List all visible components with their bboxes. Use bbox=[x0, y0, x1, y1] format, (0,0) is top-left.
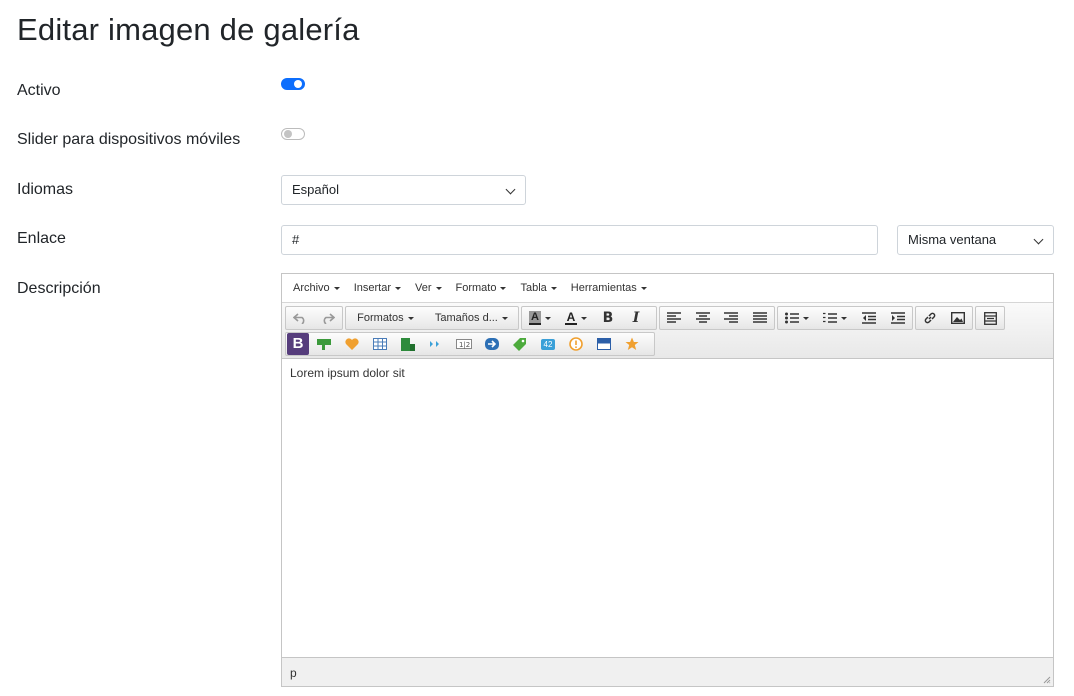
menu-tabla[interactable]: Tabla bbox=[513, 282, 563, 294]
caret-icon bbox=[333, 286, 340, 290]
layout-icon[interactable] bbox=[394, 333, 422, 355]
chevron-down-icon bbox=[505, 184, 516, 195]
editor-content[interactable]: Lorem ipsum dolor sit bbox=[290, 366, 405, 380]
menu-label: Archivo bbox=[293, 282, 330, 294]
menu-label: Tabla bbox=[520, 282, 547, 294]
editor-menubar: Archivo Insertar Ver Formato Tabla Herra… bbox=[282, 274, 1053, 303]
italic-icon[interactable]: I bbox=[622, 307, 650, 329]
svg-text:1|2: 1|2 bbox=[459, 341, 470, 349]
menu-label: Herramientas bbox=[570, 282, 637, 294]
text-color-icon[interactable]: A bbox=[558, 307, 594, 329]
menu-label: Insertar bbox=[353, 282, 391, 294]
undo-icon[interactable] bbox=[286, 307, 314, 329]
bootstrap-icon[interactable]: B bbox=[286, 333, 310, 355]
history-group bbox=[285, 306, 343, 330]
redo-icon[interactable] bbox=[314, 307, 342, 329]
idiomas-select[interactable]: Español bbox=[281, 175, 526, 205]
bold-icon[interactable]: B bbox=[594, 307, 622, 329]
idiomas-value: Español bbox=[292, 182, 339, 197]
target-value: Misma ventana bbox=[908, 232, 997, 247]
font-size-label: Tamaños d... bbox=[434, 312, 498, 324]
menu-archivo[interactable]: Archivo bbox=[286, 282, 347, 294]
panel-icon[interactable] bbox=[590, 333, 618, 355]
menu-ver[interactable]: Ver bbox=[408, 282, 449, 294]
arrow-circle-icon[interactable] bbox=[478, 333, 506, 355]
enlace-label: Enlace bbox=[17, 230, 66, 247]
enlace-input[interactable]: # bbox=[281, 225, 878, 255]
alignment-group bbox=[659, 306, 775, 330]
insert-group bbox=[915, 306, 973, 330]
table-grid-icon[interactable] bbox=[366, 333, 394, 355]
font-size-dropdown[interactable]: Tamaños d... bbox=[425, 307, 518, 329]
resize-handle-icon[interactable] bbox=[1043, 676, 1051, 684]
template-icon[interactable] bbox=[976, 307, 1004, 329]
activo-label: Activo bbox=[17, 82, 61, 99]
toggle-knob bbox=[294, 80, 302, 88]
link-icon[interactable] bbox=[916, 307, 944, 329]
heart-icon[interactable] bbox=[338, 333, 366, 355]
element-path[interactable]: p bbox=[290, 666, 297, 680]
toggle-knob bbox=[284, 130, 292, 138]
formats-dropdown[interactable]: Formatos bbox=[346, 307, 425, 329]
slider-label: Slider para dispositivos móviles bbox=[17, 131, 241, 148]
caret-icon bbox=[394, 286, 401, 290]
star-icon[interactable] bbox=[618, 333, 646, 355]
caret-icon bbox=[581, 316, 587, 320]
editor-toolbar: Formatos Tamaños d... A A B I B 1|2 42 bbox=[282, 303, 1053, 359]
list-group bbox=[777, 306, 913, 330]
descripcion-label: Descripción bbox=[17, 280, 101, 297]
enlace-value: # bbox=[292, 232, 300, 247]
caret-icon bbox=[500, 286, 507, 290]
page-title: Editar imagen de galería bbox=[17, 12, 360, 47]
formats-label: Formatos bbox=[357, 312, 404, 324]
caret-icon bbox=[550, 286, 557, 290]
text-format-group: A A B I bbox=[521, 306, 657, 330]
bootstrap-plugins-group: B 1|2 42 bbox=[285, 332, 655, 356]
caret-icon bbox=[407, 316, 414, 320]
outdent-icon[interactable] bbox=[854, 307, 883, 329]
indent-icon[interactable] bbox=[883, 307, 912, 329]
alert-icon[interactable] bbox=[562, 333, 590, 355]
badge-icon[interactable]: 42 bbox=[534, 333, 562, 355]
bullet-list-icon[interactable] bbox=[778, 307, 816, 329]
caret-icon bbox=[435, 286, 442, 290]
menu-label: Ver bbox=[414, 282, 432, 294]
menu-label: Formato bbox=[455, 282, 497, 294]
target-select[interactable]: Misma ventana bbox=[897, 225, 1054, 255]
caret-icon bbox=[545, 316, 551, 320]
background-color-icon[interactable]: A bbox=[522, 307, 558, 329]
activo-toggle[interactable] bbox=[281, 78, 305, 90]
template-group bbox=[975, 306, 1005, 330]
menu-insertar[interactable]: Insertar bbox=[347, 282, 408, 294]
button-icon[interactable] bbox=[310, 333, 338, 355]
tag-icon[interactable] bbox=[506, 333, 534, 355]
breadcrumb-icon[interactable] bbox=[422, 333, 450, 355]
editor-statusbar: p bbox=[282, 657, 1053, 686]
slider-toggle[interactable] bbox=[281, 128, 305, 140]
pagination-icon[interactable]: 1|2 bbox=[450, 333, 478, 355]
style-group: Formatos Tamaños d... bbox=[345, 306, 519, 330]
align-justify-icon[interactable] bbox=[746, 307, 775, 329]
align-right-icon[interactable] bbox=[717, 307, 746, 329]
caret-icon bbox=[803, 316, 809, 320]
image-icon[interactable] bbox=[944, 307, 972, 329]
idiomas-label: Idiomas bbox=[17, 181, 74, 198]
caret-icon bbox=[841, 316, 847, 320]
caret-icon bbox=[640, 286, 647, 290]
menu-herramientas[interactable]: Herramientas bbox=[564, 282, 654, 294]
align-center-icon[interactable] bbox=[689, 307, 718, 329]
caret-icon bbox=[501, 316, 508, 320]
numbered-list-icon[interactable] bbox=[816, 307, 854, 329]
rich-text-editor: Archivo Insertar Ver Formato Tabla Herra… bbox=[281, 273, 1054, 687]
chevron-down-icon bbox=[1033, 234, 1044, 245]
align-left-icon[interactable] bbox=[660, 307, 689, 329]
menu-formato[interactable]: Formato bbox=[449, 282, 514, 294]
